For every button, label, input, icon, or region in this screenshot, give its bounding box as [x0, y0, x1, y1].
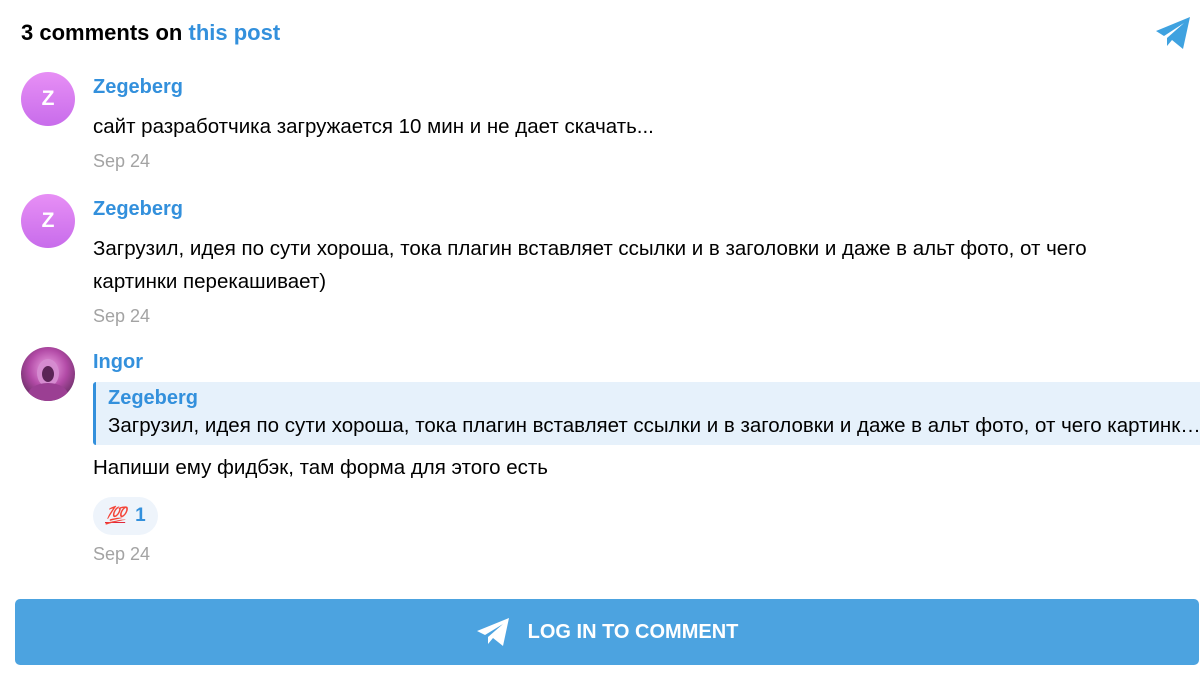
comment-text: сайт разработчика загружается 10 мин и н… [93, 115, 654, 138]
login-to-comment-button[interactable]: LOG IN TO COMMENT [15, 599, 1199, 665]
comments-header: 3 comments on this post [21, 20, 280, 46]
avatar[interactable]: Z [21, 194, 75, 248]
comment-author[interactable]: Zegeberg [93, 197, 1200, 221]
avatar[interactable]: Z [21, 72, 75, 126]
comment-text: Загрузил, идея по сути хороша, тока плаг… [93, 237, 1087, 293]
telegram-plane-icon [476, 618, 509, 646]
reply-quote[interactable]: Zegeberg Загрузил, идея по сути хороша, … [93, 382, 1200, 445]
user-photo-icon [28, 359, 68, 401]
reply-text: Загрузил, идея по сути хороша, тока плаг… [108, 414, 1200, 437]
comment-date: Sep 24 [93, 544, 151, 564]
reaction-chip[interactable]: 💯 1 [93, 497, 158, 535]
reaction-count: 1 [135, 505, 146, 526]
reply-author: Zegeberg [108, 387, 199, 409]
login-button-label: LOG IN TO COMMENT [527, 620, 739, 643]
comment-text: Напиши ему фидбэк, там форма для этого е… [93, 456, 548, 479]
comment-author[interactable]: Zegeberg [93, 75, 1200, 99]
hundred-points-icon: 💯 [105, 506, 126, 525]
comment-date: Sep 24 [93, 306, 151, 326]
avatar[interactable] [21, 347, 75, 401]
telegram-icon[interactable] [1154, 15, 1192, 51]
comment-author[interactable]: Ingor [93, 350, 1200, 374]
comment-count-text: 3 comments on [21, 20, 183, 45]
post-link[interactable]: this post [189, 20, 281, 45]
comment-date: Sep 24 [93, 151, 151, 171]
